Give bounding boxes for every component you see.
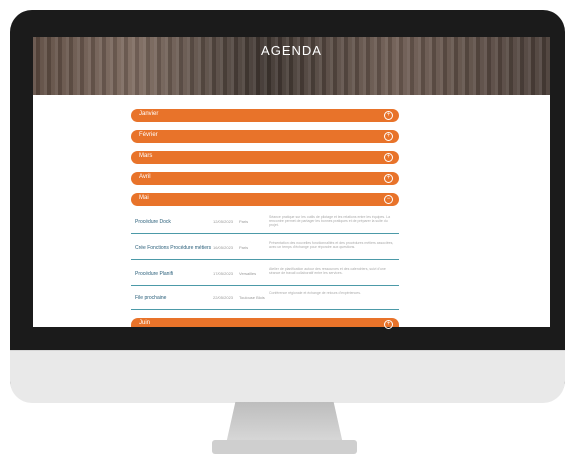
accordion-february[interactable]: Février + <box>131 130 399 143</box>
accordion-april[interactable]: Avril + <box>131 172 399 185</box>
event-description: Présentation des nouvelles fonctionnalit… <box>269 241 394 249</box>
month-label: Février <box>139 132 158 138</box>
event-name: Procédure Planifi <box>135 271 174 277</box>
monitor-base <box>212 440 357 454</box>
expand-icon[interactable]: + <box>384 132 393 141</box>
month-label: Mars <box>139 153 153 159</box>
monitor-stand <box>226 402 343 444</box>
hero-banner: AGENDA <box>33 37 550 95</box>
event-place: Paris <box>239 219 249 224</box>
event-row[interactable]: Crée Fonctions Procédure métiers 16/05/2… <box>131 237 399 260</box>
accordion-may[interactable]: Mai − <box>131 193 399 206</box>
page-title: AGENDA <box>261 43 322 58</box>
expand-icon[interactable]: + <box>384 111 393 120</box>
expand-icon[interactable]: + <box>384 174 393 183</box>
expand-icon[interactable]: + <box>384 153 393 162</box>
event-name: Procédure Dock <box>135 219 171 225</box>
event-name: File prochaine <box>135 295 167 301</box>
month-label: Mai <box>139 195 149 201</box>
event-place: Paris <box>239 245 249 250</box>
accordion-march[interactable]: Mars + <box>131 151 399 164</box>
event-date: 22/05/2023 <box>213 295 234 300</box>
accordion-june[interactable]: Juin + <box>131 318 399 329</box>
event-place: Versailles <box>239 271 257 276</box>
event-date: 17/05/2023 <box>213 271 234 276</box>
event-date: 12/05/2023 <box>213 219 234 224</box>
event-date: 16/05/2023 <box>213 245 234 250</box>
month-label: Juin <box>139 320 151 326</box>
event-name: Crée Fonctions Procédure métiers <box>135 245 212 251</box>
month-label: Janvier <box>139 111 159 117</box>
event-row[interactable]: Procédure Dock 12/05/2023 Paris Séance p… <box>131 211 399 234</box>
event-description: Séance pratique sur les outils de pilota… <box>269 215 391 227</box>
monitor-chin <box>10 350 565 403</box>
expand-icon[interactable]: + <box>384 320 393 329</box>
event-row[interactable]: Procédure Planifi 17/05/2023 Versailles … <box>131 263 399 286</box>
event-description: Atelier de planification autour des ress… <box>269 267 386 275</box>
event-description: Conférence régionale et échange de retou… <box>269 291 361 295</box>
accordion-january[interactable]: Janvier + <box>131 109 399 122</box>
month-label: Avril <box>139 174 151 180</box>
event-place: Toulouse Blois <box>239 295 265 300</box>
event-row[interactable]: File prochaine 22/05/2023 Toulouse Blois… <box>131 287 399 310</box>
collapse-icon[interactable]: − <box>384 195 393 204</box>
